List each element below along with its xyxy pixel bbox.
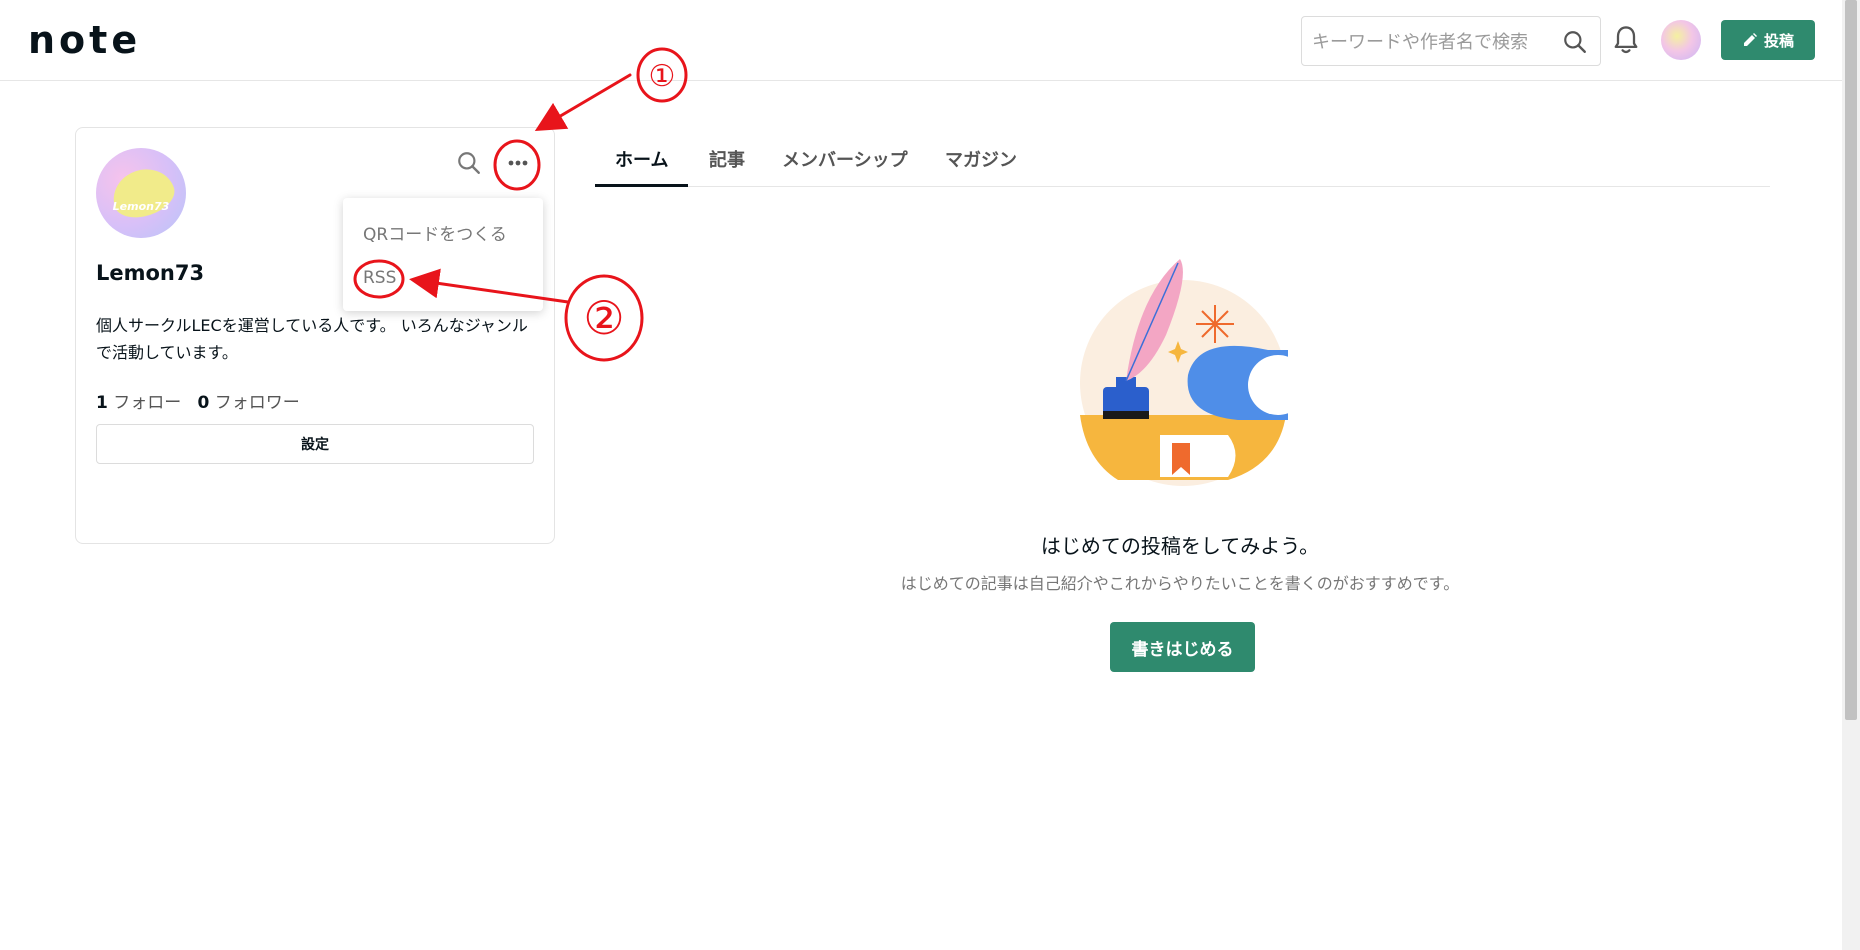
post-button[interactable]: 投稿 [1721, 20, 1815, 60]
profile-card: Lemon73 Lemon73 個人サークルLECを運営している人です。 いろん… [75, 127, 555, 544]
tab-magazine[interactable]: マガジン [945, 146, 1017, 172]
tab-home[interactable]: ホーム [615, 146, 668, 172]
search-box[interactable] [1301, 16, 1601, 66]
profile-bio: 個人サークルLECを運営している人です。 いろんなジャンルで活動しています。 [96, 316, 528, 362]
tab-articles[interactable]: 記事 [709, 146, 745, 172]
user-avatar[interactable] [1661, 20, 1701, 60]
lemon-shape [106, 161, 180, 225]
profile-tabs: ホーム 記事 メンバーシップ マガジン [595, 130, 1770, 187]
note-logo[interactable]: note [28, 18, 141, 62]
search-icon[interactable] [1562, 29, 1588, 55]
annotation-number-2-circle [564, 274, 644, 362]
annotation-label-2: ② [583, 291, 624, 345]
post-button-label: 投稿 [1763, 31, 1794, 50]
follower-count[interactable]: 0 [197, 393, 209, 413]
settings-button[interactable]: 設定 [96, 424, 534, 464]
profile-name: Lemon73 [96, 261, 205, 285]
following-label[interactable]: フォロー [113, 393, 181, 413]
more-options-dropdown: QRコードをつくる RSS [343, 198, 543, 311]
follow-stats: 1 フォロー 0 フォロワー [96, 388, 300, 413]
top-header: note 投稿 [0, 0, 1842, 81]
empty-state-description: はじめての記事は自己紹介やこれからやりたいことを書くのがおすすめです。 [900, 574, 1460, 593]
menu-item-rss[interactable]: RSS [363, 268, 396, 288]
empty-state-illustration [1080, 259, 1288, 486]
pencil-icon [1743, 33, 1757, 46]
menu-item-qr-code[interactable]: QRコードをつくる [363, 220, 507, 245]
search-input[interactable] [1312, 27, 1552, 57]
more-options-icon[interactable] [501, 150, 535, 176]
annotation-arrow-1 [534, 73, 632, 132]
bell-icon[interactable] [1612, 24, 1640, 56]
profile-avatar[interactable]: Lemon73 [96, 148, 186, 238]
avatar-text: Lemon73 [112, 200, 170, 213]
start-writing-button[interactable]: 書きはじめる [1110, 622, 1255, 672]
scrollbar[interactable] [1842, 0, 1860, 950]
scrollbar-thumb[interactable] [1845, 0, 1857, 720]
profile-search-icon[interactable] [456, 150, 482, 176]
following-count[interactable]: 1 [96, 393, 108, 413]
follower-label[interactable]: フォロワー [215, 393, 300, 413]
empty-state-title: はじめての投稿をしてみよう。 [1040, 534, 1320, 558]
active-tab-indicator [595, 184, 688, 187]
tab-membership[interactable]: メンバーシップ [782, 146, 908, 172]
